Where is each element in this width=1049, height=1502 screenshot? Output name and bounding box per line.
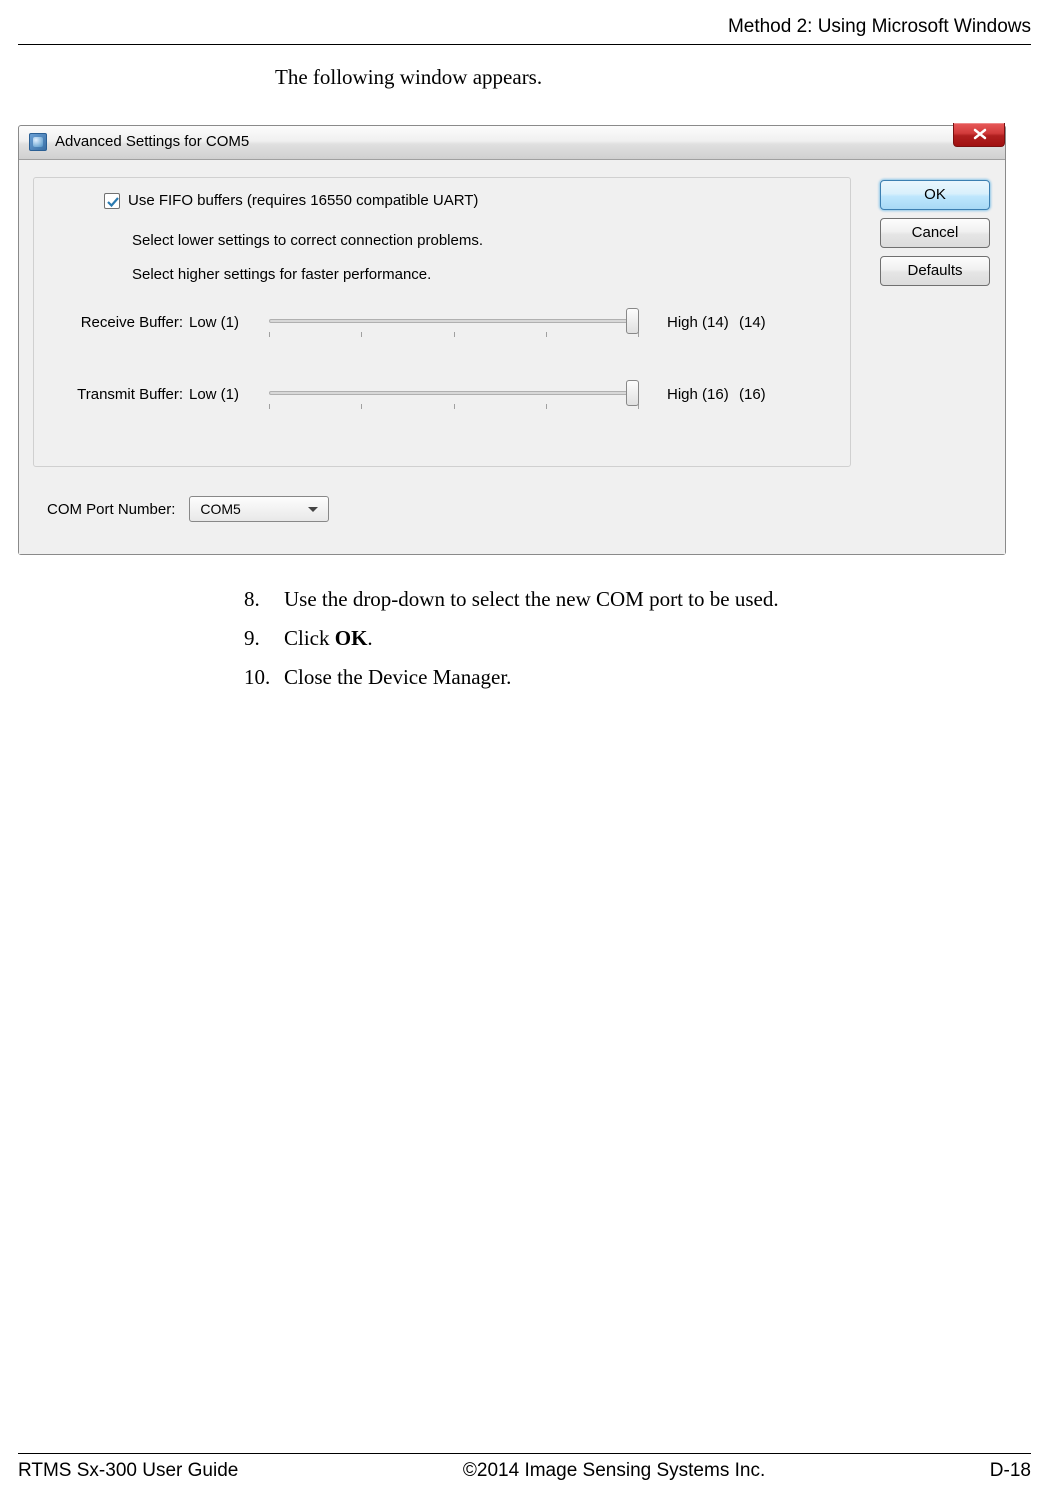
receive-buffer-row: Receive Buffer: Low (1) High (14) (14)	[54, 310, 789, 334]
helper-text-1: Select lower settings to correct connect…	[132, 232, 483, 249]
slider-ticks	[269, 332, 639, 337]
dialog-window: Advanced Settings for COM5 Use FIFO buff…	[18, 125, 1006, 555]
step-text: Close the Device Manager.	[284, 665, 511, 690]
com-port-value: COM5	[200, 501, 240, 517]
helper-text-2: Select higher settings for faster perfor…	[132, 266, 431, 283]
section-title: Method 2: Using Microsoft Windows	[728, 16, 1031, 37]
slider-track	[269, 391, 639, 395]
fifo-checkbox-row: Use FIFO buffers (requires 16550 compati…	[104, 192, 478, 209]
instruction-steps: 8. Use the drop-down to select the new C…	[244, 587, 779, 704]
com-port-row: COM Port Number: COM5	[47, 496, 329, 522]
footer-left: RTMS Sx-300 User Guide	[18, 1460, 238, 1482]
button-column: OK Cancel Defaults	[880, 180, 990, 286]
transmit-low: Low (1)	[189, 386, 259, 403]
receive-value: (14)	[739, 314, 789, 331]
footer-right: D-18	[990, 1460, 1031, 1482]
step-10: 10. Close the Device Manager.	[244, 665, 779, 690]
slider-ticks	[269, 404, 639, 409]
step-num: 10.	[244, 665, 284, 690]
fifo-groupbox: Use FIFO buffers (requires 16550 compati…	[33, 177, 851, 467]
app-icon	[29, 133, 47, 151]
window-title: Advanced Settings for COM5	[55, 133, 249, 150]
step-8: 8. Use the drop-down to select the new C…	[244, 587, 779, 612]
com-port-dropdown[interactable]: COM5	[189, 496, 329, 522]
step-9: 9. Click OK.	[244, 626, 779, 651]
transmit-value: (16)	[739, 386, 789, 403]
ok-button[interactable]: OK	[880, 180, 990, 210]
receive-label: Receive Buffer:	[54, 314, 189, 331]
slider-thumb[interactable]	[626, 308, 639, 334]
page-header: Method 2: Using Microsoft Windows	[18, 16, 1031, 45]
check-icon	[105, 194, 121, 210]
slider-track	[269, 319, 639, 323]
receive-high: High (14)	[649, 314, 739, 331]
step-text: Click OK.	[284, 626, 373, 651]
intro-text: The following window appears.	[275, 65, 542, 90]
titlebar[interactable]: Advanced Settings for COM5	[19, 126, 1005, 160]
step-text: Use the drop-down to select the new COM …	[284, 587, 779, 612]
transmit-high: High (16)	[649, 386, 739, 403]
fifo-checkbox[interactable]	[104, 193, 120, 209]
transmit-slider[interactable]	[269, 382, 639, 406]
page-footer: RTMS Sx-300 User Guide ©2014 Image Sensi…	[18, 1453, 1031, 1482]
transmit-label: Transmit Buffer:	[54, 386, 189, 403]
window-body: Use FIFO buffers (requires 16550 compati…	[19, 160, 1005, 554]
close-button[interactable]	[953, 123, 1005, 147]
fifo-label: Use FIFO buffers (requires 16550 compati…	[128, 192, 478, 209]
slider-thumb[interactable]	[626, 380, 639, 406]
receive-low: Low (1)	[189, 314, 259, 331]
receive-slider[interactable]	[269, 310, 639, 334]
step-num: 8.	[244, 587, 284, 612]
defaults-button[interactable]: Defaults	[880, 256, 990, 286]
com-port-label: COM Port Number:	[47, 501, 175, 518]
cancel-button[interactable]: Cancel	[880, 218, 990, 248]
transmit-buffer-row: Transmit Buffer: Low (1) High (16) (16)	[54, 382, 789, 406]
step-num: 9.	[244, 626, 284, 651]
footer-center: ©2014 Image Sensing Systems Inc.	[463, 1460, 765, 1482]
